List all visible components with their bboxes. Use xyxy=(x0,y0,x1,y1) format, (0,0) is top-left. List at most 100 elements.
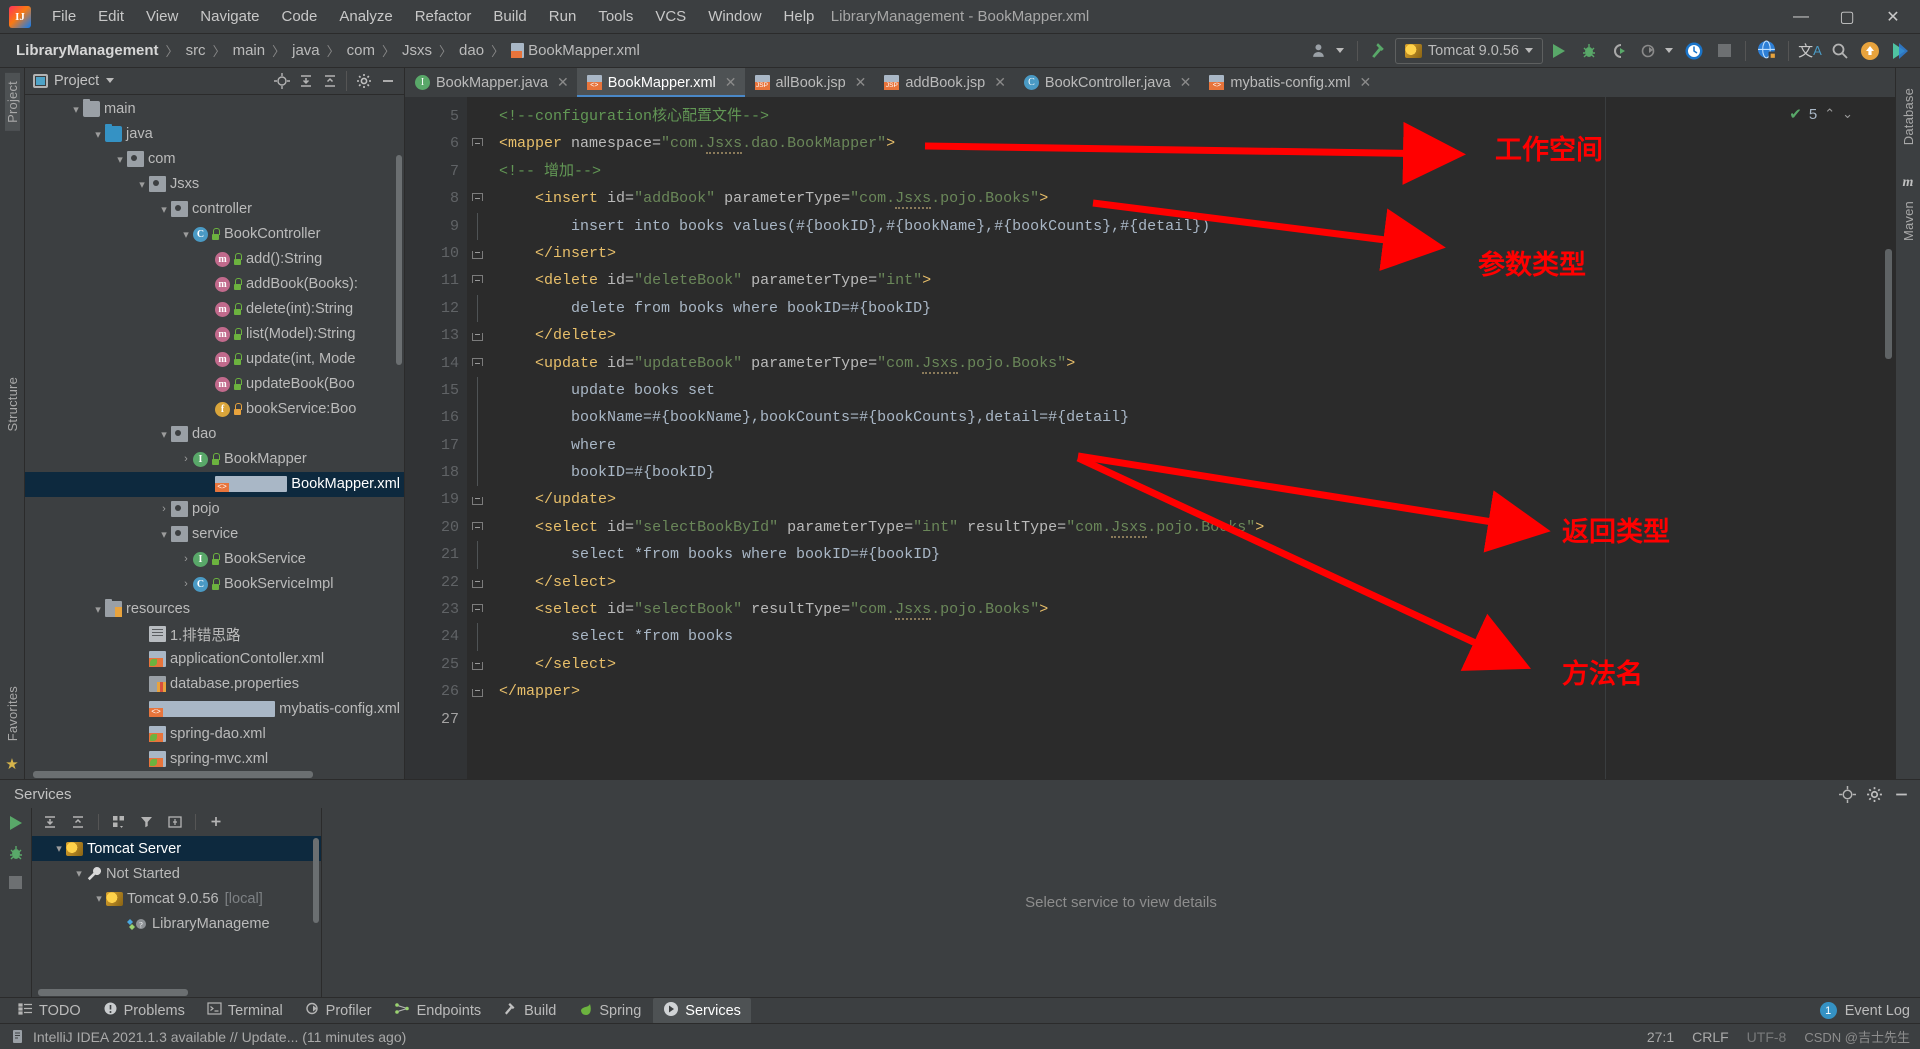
fold-close-icon[interactable] xyxy=(472,689,483,698)
fold-close-icon[interactable] xyxy=(472,497,483,506)
breadcrumb-item-dao[interactable]: dao xyxy=(455,40,488,61)
project-tree-item[interactable]: ▾ controller xyxy=(25,197,404,222)
debug-button[interactable] xyxy=(1575,38,1603,64)
project-tree-item[interactable]: ▾ C BookController xyxy=(25,222,404,247)
project-tree-item[interactable]: ▾ dao xyxy=(25,422,404,447)
tree-expand-arrow-icon[interactable]: ▾ xyxy=(157,528,171,541)
code-line[interactable]: </select> xyxy=(489,569,1591,596)
menu-refactor[interactable]: Refactor xyxy=(404,4,483,29)
code-line[interactable]: <insert id="addBook" parameterType="com.… xyxy=(489,185,1591,212)
locate-icon[interactable] xyxy=(271,70,292,91)
tree-expand-arrow-icon[interactable]: › xyxy=(157,503,171,515)
tree-expand-arrow-icon[interactable]: ▾ xyxy=(179,228,193,241)
project-tree-item[interactable]: applicationContoller.xml xyxy=(25,647,404,672)
services-tree-item[interactable]: ▾ Not Started xyxy=(32,861,321,886)
code-line[interactable]: update books set xyxy=(489,377,1591,404)
project-tree-vscrollbar-thumb[interactable] xyxy=(396,154,402,365)
tree-expand-arrow-icon[interactable]: › xyxy=(179,453,193,465)
run-icon[interactable] xyxy=(9,816,22,830)
fold-close-icon[interactable] xyxy=(472,250,483,259)
menu-help[interactable]: Help xyxy=(773,4,826,29)
project-tree-item[interactable]: spring-dao.xml xyxy=(25,722,404,747)
fold-open-icon[interactable] xyxy=(472,357,483,366)
editor-tab[interactable]: addBook.jsp ✕ xyxy=(874,68,1014,97)
updates-icon[interactable] xyxy=(1680,38,1708,64)
close-tab-icon[interactable]: ✕ xyxy=(855,74,867,91)
code-fold-marker[interactable] xyxy=(467,596,489,623)
rail-item-favorites[interactable]: Favorites xyxy=(5,678,20,749)
debug-icon[interactable] xyxy=(7,844,25,862)
fold-close-icon[interactable] xyxy=(472,661,483,670)
deploy-globe-icon[interactable] xyxy=(1753,38,1781,64)
project-tree-item[interactable]: › C BookServiceImpl xyxy=(25,572,404,597)
menu-vcs[interactable]: VCS xyxy=(644,4,697,29)
menu-analyze[interactable]: Analyze xyxy=(328,4,403,29)
menu-navigate[interactable]: Navigate xyxy=(189,4,270,29)
project-tree-item[interactable]: ▾ Jsxs xyxy=(25,172,404,197)
tool-window-button-todo[interactable]: TODO xyxy=(8,998,91,1023)
tree-expand-arrow-icon[interactable]: ▾ xyxy=(157,428,171,441)
code-line[interactable]: select *from books xyxy=(489,623,1591,650)
code-line[interactable]: <mapper namespace="com.Jsxs.dao.BookMapp… xyxy=(489,130,1591,157)
fold-open-icon[interactable] xyxy=(472,193,483,202)
rail-item-maven[interactable]: Maven xyxy=(1901,193,1916,249)
settings-gear-icon[interactable] xyxy=(1864,784,1885,805)
fold-gutter[interactable] xyxy=(467,97,489,779)
project-tree-item[interactable]: m update(int, Mode xyxy=(25,347,404,372)
code-fold-marker[interactable] xyxy=(467,267,489,294)
code-line[interactable] xyxy=(489,706,1591,733)
code-line[interactable]: delete from books where bookID=#{bookID} xyxy=(489,295,1591,322)
tool-window-button-profiler[interactable]: Profiler xyxy=(295,998,382,1023)
code-line[interactable]: insert into books values(#{bookID},#{boo… xyxy=(489,213,1591,240)
inspection-next-icon[interactable]: ⌄ xyxy=(1842,106,1853,122)
stop-icon[interactable] xyxy=(9,876,22,889)
code-line[interactable]: bookName=#{bookName},bookCounts=#{bookCo… xyxy=(489,404,1591,431)
inspection-widget[interactable]: ✔ 5 ⌃ ⌄ xyxy=(1789,105,1853,124)
breadcrumb-item-main[interactable]: main xyxy=(229,40,270,61)
tree-expand-arrow-icon[interactable]: ▾ xyxy=(69,103,83,116)
code-line[interactable]: <update id="updateBook" parameterType="c… xyxy=(489,350,1591,377)
tree-expand-arrow-icon[interactable]: ▾ xyxy=(72,867,86,880)
project-view-dropdown-icon[interactable] xyxy=(106,78,115,84)
breadcrumb-item-java[interactable]: java xyxy=(288,40,324,61)
menu-code[interactable]: Code xyxy=(270,4,328,29)
expand-all-icon[interactable] xyxy=(295,70,316,91)
tool-window-button-terminal[interactable]: Terminal xyxy=(197,998,293,1023)
tool-window-button-services[interactable]: Services xyxy=(653,997,751,1024)
caret-position[interactable]: 27:1 xyxy=(1647,1029,1674,1045)
editor-vscrollbar-thumb[interactable] xyxy=(1885,249,1892,359)
project-tree-item[interactable]: ▾ resources xyxy=(25,597,404,622)
layout-icon[interactable] xyxy=(165,812,185,832)
code-fold-marker[interactable] xyxy=(467,651,489,678)
project-tree-item[interactable]: m updateBook(Boo xyxy=(25,372,404,397)
line-separator[interactable]: CRLF xyxy=(1692,1029,1729,1045)
run-with-coverage-button[interactable] xyxy=(1605,38,1633,64)
project-tree-item[interactable]: m addBook(Books): xyxy=(25,272,404,297)
project-tree-item[interactable]: › pojo xyxy=(25,497,404,522)
rail-item-project[interactable]: Project xyxy=(4,73,20,131)
code-line[interactable]: bookID=#{bookID} xyxy=(489,459,1591,486)
tool-window-button-endpoints[interactable]: Endpoints xyxy=(384,998,492,1023)
maximize-button[interactable]: ▢ xyxy=(1824,1,1870,33)
group-icon[interactable] xyxy=(109,812,129,832)
code-line[interactable]: select *from books where bookID=#{bookID… xyxy=(489,541,1591,568)
search-everywhere-icon[interactable] xyxy=(1826,38,1854,64)
close-tab-icon[interactable]: ✕ xyxy=(1359,74,1371,91)
code-line[interactable]: <select id="selectBook" resultType="com.… xyxy=(489,596,1591,623)
user-avatar-icon[interactable] xyxy=(1306,38,1334,64)
tree-expand-arrow-icon[interactable]: › xyxy=(179,553,193,565)
project-tree-item-selected[interactable]: BookMapper.xml xyxy=(25,471,404,497)
project-tree-item[interactable]: mybatis-config.xml xyxy=(25,697,404,722)
code-line[interactable]: </update> xyxy=(489,486,1591,513)
hide-panel-icon[interactable] xyxy=(377,70,398,91)
editor-tab[interactable]: mybatis-config.xml ✕ xyxy=(1199,68,1379,97)
code-fold-marker[interactable] xyxy=(467,322,489,349)
code-fold-marker[interactable] xyxy=(467,569,489,596)
code-editor[interactable]: 5 6 7 8 9 10 11 12 13 14 15 16 17 18 19 20 21 22 23 24 25 26 2… xyxy=(405,97,1895,779)
tree-expand-arrow-icon[interactable]: ▾ xyxy=(92,892,106,905)
fold-open-icon[interactable] xyxy=(472,604,483,613)
project-tree-item[interactable]: m delete(int):String xyxy=(25,297,404,322)
code-fold-marker[interactable] xyxy=(467,240,489,267)
code-fold-marker[interactable] xyxy=(467,678,489,705)
menu-view[interactable]: View xyxy=(135,4,189,29)
